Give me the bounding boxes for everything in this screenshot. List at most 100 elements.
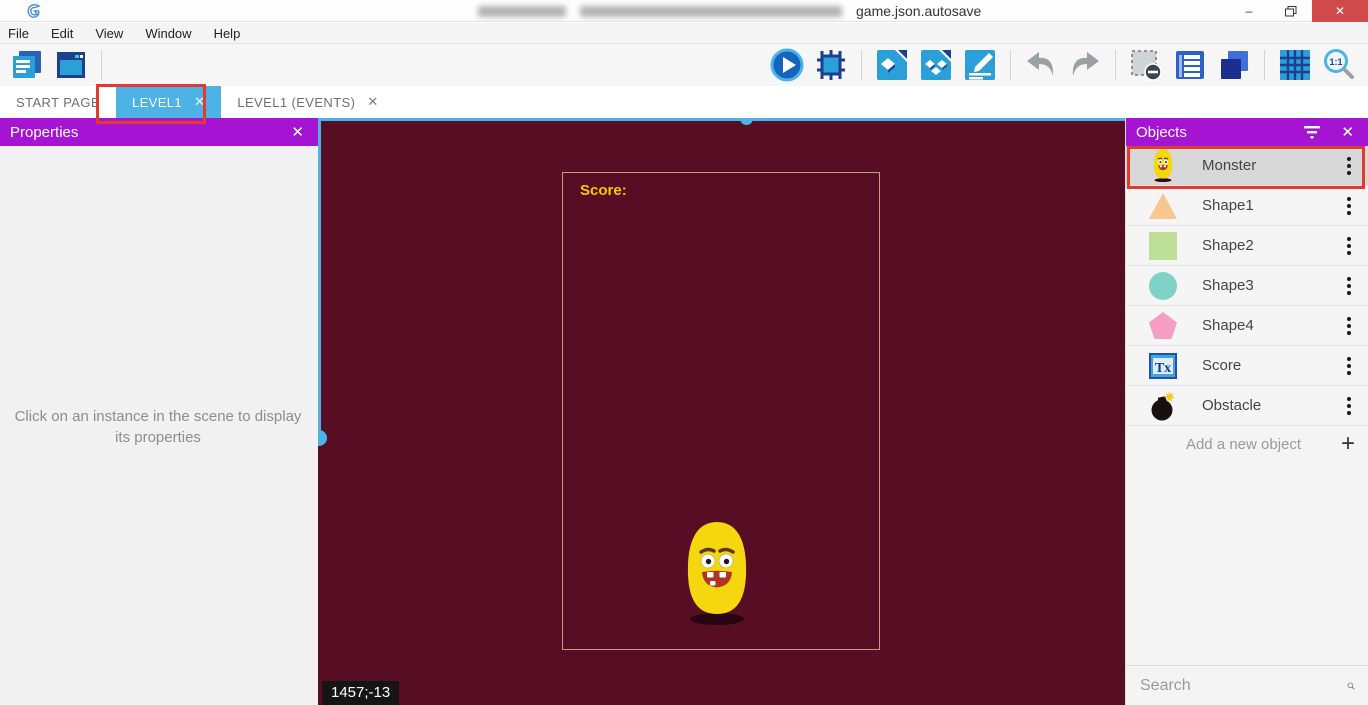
redacted-path-segment bbox=[580, 6, 842, 17]
mask-icon[interactable] bbox=[1127, 47, 1165, 83]
object-label: Score bbox=[1180, 357, 1337, 374]
play-icon[interactable] bbox=[768, 47, 806, 83]
square-thumbnail bbox=[1146, 229, 1180, 263]
object-label: Shape1 bbox=[1180, 197, 1337, 214]
monster-instance[interactable] bbox=[681, 520, 753, 628]
tab-close-icon[interactable]: ✕ bbox=[194, 94, 205, 110]
scene-editor-icon[interactable] bbox=[52, 47, 90, 83]
tab-label: LEVEL1 (EVENTS) bbox=[237, 95, 355, 110]
object-row-shape4[interactable]: Shape4 bbox=[1126, 306, 1368, 346]
title-bar: game.json.autosave – ✕ bbox=[0, 0, 1368, 22]
object-label: Monster bbox=[1180, 157, 1337, 174]
object-label: Shape2 bbox=[1180, 237, 1337, 254]
scene-properties-icon[interactable] bbox=[961, 47, 999, 83]
pentagon-thumbnail bbox=[1146, 309, 1180, 343]
text-object-thumbnail: Tx bbox=[1146, 349, 1180, 383]
objects-panel: Objects ✕ Monster Shape1 Shape2 bbox=[1125, 118, 1368, 705]
scene-canvas[interactable]: Score: 1457;-13 bbox=[318, 118, 1125, 705]
layers-stack-icon[interactable] bbox=[1215, 47, 1253, 83]
debug-icon[interactable] bbox=[812, 47, 850, 83]
add-object-label: Add a new object bbox=[1146, 436, 1341, 453]
instances-panel-icon[interactable] bbox=[917, 47, 955, 83]
object-menu-button[interactable] bbox=[1337, 271, 1361, 301]
triangle-thumbnail bbox=[1146, 189, 1180, 223]
object-row-monster[interactable]: Monster bbox=[1126, 146, 1368, 186]
selection-top-edge bbox=[318, 118, 1125, 121]
zoom-original-icon[interactable]: 1:1 bbox=[1320, 47, 1358, 83]
toolbar-separator bbox=[1010, 50, 1011, 80]
grid-icon[interactable] bbox=[1276, 47, 1314, 83]
search-input[interactable] bbox=[1140, 677, 1347, 695]
properties-panel-title: Properties bbox=[10, 124, 287, 141]
cursor-coordinates-badge: 1457;-13 bbox=[322, 681, 399, 705]
search-icon[interactable] bbox=[1347, 676, 1355, 696]
close-icon[interactable]: ✕ bbox=[1337, 123, 1358, 141]
toolbar-separator bbox=[101, 50, 102, 80]
window-title-text: game.json.autosave bbox=[856, 3, 981, 19]
close-button[interactable]: ✕ bbox=[1312, 0, 1368, 22]
objects-panel-title: Objects bbox=[1136, 124, 1303, 141]
circle-thumbnail bbox=[1146, 269, 1180, 303]
object-row-obstacle[interactable]: Obstacle bbox=[1126, 386, 1368, 426]
tab-level1[interactable]: LEVEL1 ✕ bbox=[116, 86, 221, 118]
project-manager-icon[interactable] bbox=[8, 47, 46, 83]
tab-close-icon[interactable]: ✕ bbox=[367, 94, 378, 110]
resize-handle-left[interactable] bbox=[318, 430, 327, 446]
object-label: Shape3 bbox=[1180, 277, 1337, 294]
properties-hint-text: Click on an instance in the scene to dis… bbox=[10, 406, 306, 448]
toolbar-separator bbox=[861, 50, 862, 80]
menu-file[interactable]: File bbox=[8, 26, 29, 41]
object-menu-button[interactable] bbox=[1337, 311, 1361, 341]
object-menu-button[interactable] bbox=[1337, 391, 1361, 421]
tab-level1-events[interactable]: LEVEL1 (EVENTS) ✕ bbox=[221, 86, 394, 118]
svg-text:Tx: Tx bbox=[1155, 361, 1171, 376]
object-label: Obstacle bbox=[1180, 397, 1337, 414]
object-menu-button[interactable] bbox=[1337, 231, 1361, 261]
resize-handle-top[interactable] bbox=[740, 118, 753, 125]
redo-icon[interactable] bbox=[1066, 47, 1104, 83]
properties-panel-header: Properties ✕ bbox=[0, 118, 318, 146]
toolbar: 1:1 bbox=[0, 44, 1368, 86]
menu-help[interactable]: Help bbox=[214, 26, 241, 41]
bomb-thumbnail bbox=[1146, 389, 1180, 423]
object-label: Shape4 bbox=[1180, 317, 1337, 334]
plus-icon[interactable]: + bbox=[1341, 430, 1355, 458]
menu-window[interactable]: Window bbox=[145, 26, 191, 41]
close-icon[interactable]: ✕ bbox=[287, 123, 308, 141]
menu-edit[interactable]: Edit bbox=[51, 26, 73, 41]
menu-bar: File Edit View Window Help bbox=[0, 23, 1368, 44]
objects-panel-icon[interactable] bbox=[873, 47, 911, 83]
restore-icon bbox=[1285, 6, 1297, 17]
window-title: game.json.autosave bbox=[478, 3, 981, 19]
restore-button[interactable] bbox=[1270, 0, 1312, 22]
selection-left-edge bbox=[318, 118, 321, 438]
menu-view[interactable]: View bbox=[95, 26, 123, 41]
objects-search bbox=[1126, 665, 1368, 705]
object-row-shape2[interactable]: Shape2 bbox=[1126, 226, 1368, 266]
layers-list-icon[interactable] bbox=[1171, 47, 1209, 83]
object-row-score[interactable]: Tx Score bbox=[1126, 346, 1368, 386]
filter-icon[interactable] bbox=[1303, 124, 1321, 140]
minimize-button[interactable]: – bbox=[1228, 0, 1270, 22]
monster-thumbnail bbox=[1146, 149, 1180, 183]
add-object-row[interactable]: Add a new object + bbox=[1126, 426, 1368, 462]
tab-label: LEVEL1 bbox=[132, 95, 182, 110]
objects-list: Monster Shape1 Shape2 Shape3 bbox=[1126, 146, 1368, 462]
properties-panel: Properties ✕ Click on an instance in the… bbox=[0, 118, 318, 705]
score-text-object[interactable]: Score: bbox=[580, 182, 627, 199]
object-menu-button[interactable] bbox=[1337, 151, 1361, 181]
object-row-shape1[interactable]: Shape1 bbox=[1126, 186, 1368, 226]
undo-icon[interactable] bbox=[1022, 47, 1060, 83]
toolbar-separator bbox=[1115, 50, 1116, 80]
redacted-title-segment bbox=[478, 6, 566, 17]
tab-bar: START PAGE LEVEL1 ✕ LEVEL1 (EVENTS) ✕ bbox=[0, 86, 1368, 118]
tab-start-page[interactable]: START PAGE bbox=[0, 86, 116, 118]
object-menu-button[interactable] bbox=[1337, 191, 1361, 221]
tab-label: START PAGE bbox=[16, 95, 100, 110]
toolbar-separator bbox=[1264, 50, 1265, 80]
svg-text:1:1: 1:1 bbox=[1329, 57, 1342, 67]
gdevelop-logo-icon bbox=[26, 3, 42, 19]
objects-panel-header: Objects ✕ bbox=[1126, 118, 1368, 146]
object-row-shape3[interactable]: Shape3 bbox=[1126, 266, 1368, 306]
object-menu-button[interactable] bbox=[1337, 351, 1361, 381]
